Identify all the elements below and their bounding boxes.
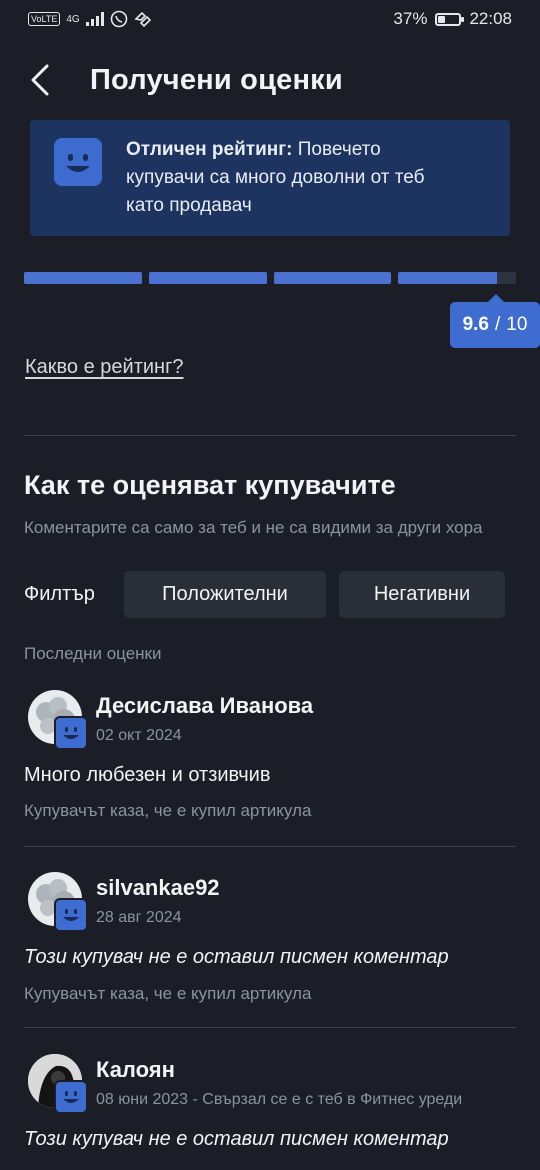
page-title: Получени оценки: [90, 63, 343, 96]
viber-icon: [110, 10, 128, 28]
back-button[interactable]: [0, 52, 80, 108]
score-badge: 9.6 / 10: [450, 294, 540, 348]
section-subtitle: Коментарите са само за теб и не са видим…: [24, 518, 483, 537]
review-date: 28 авг 2024: [96, 909, 182, 926]
filter-positive-button[interactable]: Положителни: [124, 571, 326, 618]
battery-fill: [438, 15, 446, 23]
battery-percent: 37%: [393, 9, 428, 28]
signal-icon: [85, 12, 104, 26]
network-type: 4G: [66, 13, 80, 25]
progress-segment: [148, 272, 267, 284]
rating-line-2: купувачи са много доволни от теб: [126, 167, 425, 188]
rating-line-3: като продавач: [126, 195, 252, 216]
rating-progress-bar: [24, 272, 516, 284]
progress-segment: [273, 272, 392, 284]
progress-segment: [24, 272, 142, 284]
review-note: Купувачът каза, че е купил артикула: [24, 801, 312, 820]
rating-line-1: Повечето: [292, 139, 381, 160]
buyer-badge-icon: [54, 1080, 88, 1114]
divider: [24, 846, 516, 847]
smiley-icon: [54, 138, 102, 186]
header: Получени оценки: [0, 52, 540, 108]
reviewer-avatar[interactable]: [28, 872, 88, 932]
divider: [24, 435, 516, 436]
status-bar: VoLTE 4G 37% 22:08: [0, 0, 540, 38]
progress-segment-fill: [148, 272, 267, 284]
review-date: 08 юни 2023 - Свързал се е с теб в Фитне…: [96, 1091, 463, 1108]
rating-message: Отличен рейтинг: Повечето купувачи са мн…: [126, 136, 424, 236]
progress-segment: [398, 272, 516, 284]
reviewer-name[interactable]: Калоян: [96, 1057, 175, 1083]
buyer-badge-icon: [54, 716, 88, 750]
status-left: VoLTE 4G: [28, 10, 152, 28]
back-arrow-icon: [31, 64, 49, 96]
reviewer-name[interactable]: Десислава Иванова: [96, 693, 313, 719]
app-notification-icon: [134, 11, 151, 27]
section-title: Как те оценяват купувачите: [24, 470, 396, 500]
reviewer-avatar[interactable]: [28, 690, 88, 750]
review-date: 02 окт 2024: [96, 727, 182, 744]
divider: [24, 1027, 516, 1028]
score-value: 9.6: [462, 314, 489, 335]
filter-label: Филтър: [24, 583, 95, 605]
filter-negative-button[interactable]: Негативни: [339, 571, 505, 618]
clock: 22:08: [469, 9, 512, 28]
review-note: Купувачът каза, че е купил артикула: [24, 984, 312, 1003]
progress-segment-fill: [273, 272, 392, 284]
battery-icon: [435, 12, 465, 26]
review-text: Този купувач не е оставил писмен комента…: [24, 946, 449, 968]
review-text: Този купувач не е оставил писмен комента…: [24, 1128, 449, 1150]
what-is-rating-link[interactable]: Какво е рейтинг?: [25, 356, 184, 379]
score-max: 10: [506, 314, 528, 335]
buyer-badge-icon: [54, 898, 88, 932]
reviewer-name[interactable]: silvankae92: [96, 875, 220, 901]
volte-badge: VoLTE: [28, 12, 61, 26]
review-text: Много любезен и отзивчив: [24, 764, 271, 786]
score-separator: /: [495, 314, 501, 335]
progress-segment-fill: [24, 272, 142, 284]
recent-reviews-label: Последни оценки: [24, 644, 162, 663]
status-right: 37% 22:08: [393, 9, 512, 29]
reviewer-avatar[interactable]: [28, 1054, 88, 1114]
rating-title: Отличен рейтинг:: [126, 139, 293, 160]
progress-segment-fill: [398, 272, 498, 284]
rating-summary-card: Отличен рейтинг: Повечето купувачи са мн…: [30, 120, 510, 236]
